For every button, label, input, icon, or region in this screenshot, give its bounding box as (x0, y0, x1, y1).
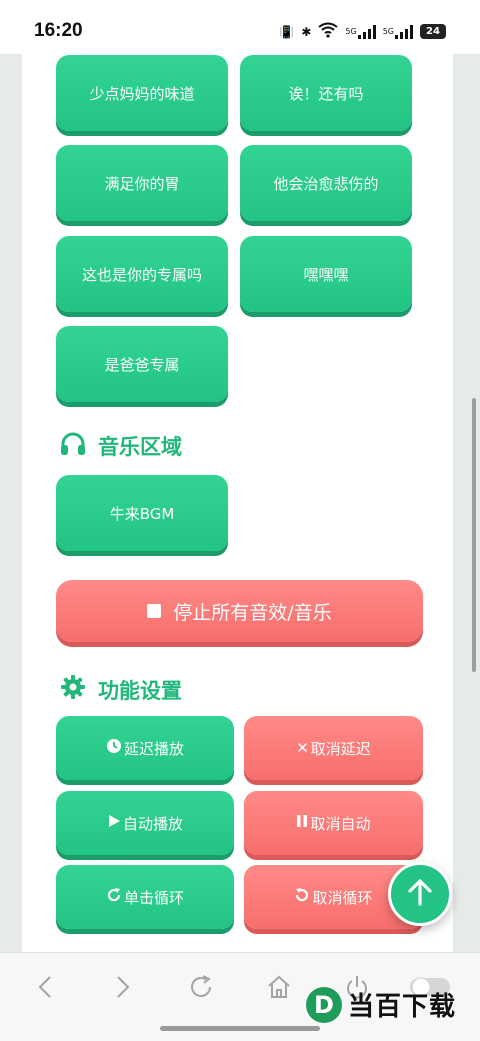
signal-icon-2 (395, 24, 413, 39)
forward-button[interactable] (105, 973, 141, 1005)
stop-all-label: 停止所有音效/音乐 (173, 601, 332, 624)
chevron-right-icon (116, 975, 130, 1003)
single-loop-label: 单击循环 (123, 888, 184, 907)
settings-section-label: 功能设置 (98, 678, 182, 703)
sound-button[interactable]: 诶！还有吗 (240, 55, 412, 131)
headphones-icon (60, 432, 98, 461)
arrow-up-icon (407, 878, 433, 910)
sound-button[interactable]: 他会治愈悲伤的 (240, 145, 412, 221)
network-type-label-2: 5G (382, 27, 394, 36)
auto-play-label: 自动播放 (122, 814, 183, 833)
stop-all-button[interactable]: 停止所有音效/音乐 (56, 580, 423, 642)
page-content: 少点妈妈的味道 诶！还有吗 满足你的胃 他会治愈悲伤的 这也是你的专属吗 嘿嘿嘿… (22, 54, 453, 952)
cancel-auto-button[interactable]: 取消自动 (244, 791, 423, 855)
cancel-auto-label: 取消自动 (310, 814, 371, 833)
music-section-title: 音乐区域 (60, 431, 182, 461)
sound-button[interactable]: 这也是你的专属吗 (56, 236, 228, 312)
single-loop-button[interactable]: 单击循环 (56, 865, 234, 929)
home-indicator[interactable] (160, 1026, 320, 1031)
refresh-button[interactable] (183, 973, 219, 1005)
vibrate-icon: 📳 (279, 24, 295, 39)
wifi-icon (318, 22, 339, 41)
sound-button[interactable]: 是爸爸专属 (56, 326, 228, 402)
network-type-label: 5G (345, 27, 357, 36)
cancel-loop-label: 取消循环 (312, 888, 373, 907)
music-button[interactable]: 牛来BGM (56, 475, 228, 551)
cancel-delay-label: 取消延迟 (310, 739, 371, 758)
status-time: 16:20 (34, 20, 83, 41)
play-icon (107, 814, 121, 832)
auto-play-button[interactable]: 自动播放 (56, 791, 234, 855)
back-button[interactable] (27, 973, 63, 1005)
gear-icon (60, 674, 98, 705)
pause-icon (296, 814, 308, 832)
page-scrollbar[interactable] (472, 398, 476, 672)
home-button[interactable] (261, 973, 297, 1005)
bluetooth-icon: ✱ (301, 24, 312, 39)
watermark-logo: D (306, 986, 342, 1023)
redo-icon (106, 887, 122, 907)
signal-icon (357, 24, 376, 39)
cancel-delay-button[interactable]: ✕ 取消延迟 (244, 716, 423, 780)
watermark: D 当百下载 (306, 986, 456, 1023)
refresh-icon (188, 974, 214, 1004)
clock-icon (106, 738, 122, 758)
home-icon (266, 974, 292, 1004)
delay-play-button[interactable]: 延迟播放 (56, 716, 234, 780)
chevron-left-icon (38, 975, 52, 1003)
status-icons: 📳 ✱ 5G 5G 24 (279, 22, 446, 41)
watermark-text: 当百下载 (348, 992, 457, 1022)
scroll-top-button[interactable] (388, 862, 452, 926)
sound-button[interactable]: 少点妈妈的味道 (56, 55, 228, 131)
status-bar: 16:20 📳 ✱ 5G 5G 24 (0, 0, 480, 54)
settings-section-title: 功能设置 (60, 674, 182, 705)
music-section-label: 音乐区域 (98, 435, 182, 459)
battery-icon: 24 (420, 24, 446, 39)
close-icon: ✕ (296, 739, 309, 757)
sound-button[interactable]: 嘿嘿嘿 (240, 236, 412, 312)
sound-button[interactable]: 满足你的胃 (56, 145, 228, 221)
stop-square-icon (147, 604, 162, 618)
delay-play-label: 延迟播放 (123, 739, 184, 758)
undo-icon (294, 887, 310, 907)
